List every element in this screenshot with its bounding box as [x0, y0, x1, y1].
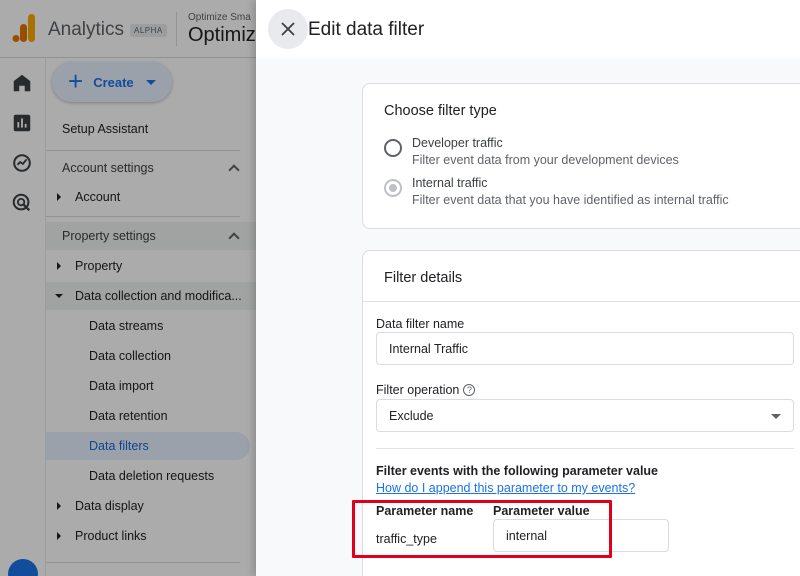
input-value: Internal Traffic	[389, 342, 468, 356]
dropdown-arrow-icon	[771, 414, 781, 419]
option-title: Developer traffic	[412, 136, 503, 150]
edit-data-filter-panel: Edit data filter Choose filter type Deve…	[256, 0, 800, 576]
filter-operation-select[interactable]: Exclude	[376, 399, 794, 432]
radio-button-selected[interactable]	[384, 179, 402, 197]
divider	[363, 301, 800, 302]
radio-button[interactable]	[384, 139, 402, 157]
panel-header: Edit data filter	[256, 0, 800, 58]
data-filter-name-input[interactable]: Internal Traffic	[376, 332, 794, 365]
data-filter-name-label: Data filter name	[376, 317, 465, 331]
select-value: Exclude	[389, 409, 434, 423]
option-description: Filter event data from your development …	[412, 153, 679, 167]
close-icon	[281, 22, 295, 36]
divider	[376, 448, 794, 449]
append-parameter-help-link[interactable]: How do I append this parameter to my eve…	[376, 481, 635, 495]
close-button[interactable]	[268, 9, 308, 49]
filter-type-card: Choose filter type Developer traffic Fil…	[362, 83, 800, 229]
panel-title: Edit data filter	[308, 19, 425, 40]
option-description: Filter event data that you have identifi…	[412, 193, 729, 207]
filter-details-heading: Filter details	[384, 270, 463, 286]
label-text: Filter operation	[376, 383, 460, 397]
parameter-heading: Filter events with the following paramet…	[376, 464, 659, 478]
filter-type-heading: Choose filter type	[384, 103, 497, 119]
filter-operation-label: Filter operation?	[376, 383, 476, 397]
option-title: Internal traffic	[412, 176, 488, 190]
help-icon[interactable]: ?	[463, 384, 476, 396]
annotation-highlight-box	[352, 500, 612, 558]
